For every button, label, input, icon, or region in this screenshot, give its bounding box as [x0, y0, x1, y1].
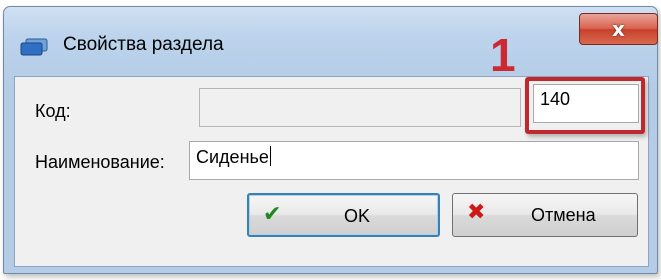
code-label: Код:: [35, 101, 71, 121]
annotation-highlight-box: [525, 77, 645, 134]
code-prefix-field: [199, 88, 521, 127]
name-input[interactable]: Сиденье: [189, 141, 639, 180]
cancel-button[interactable]: ✖ Отмена: [452, 193, 638, 237]
cancel-button-label: Отмена: [531, 205, 596, 225]
close-button[interactable]: x: [579, 13, 658, 45]
ok-button[interactable]: ✔ OK: [247, 193, 440, 237]
name-label: Наименование:: [35, 152, 165, 172]
cross-icon: ✖: [467, 200, 486, 225]
annotation-number: 1: [490, 29, 516, 81]
text-cursor: [269, 146, 271, 166]
window-title: Свойства раздела: [63, 34, 224, 55]
check-icon: ✔: [263, 201, 282, 226]
title-bar[interactable]: Свойства раздела: [4, 7, 657, 75]
app-icon: [20, 38, 48, 56]
ok-button-label: OK: [344, 206, 371, 226]
name-input-value: Сиденье: [196, 147, 269, 167]
close-icon: x: [612, 17, 625, 41]
